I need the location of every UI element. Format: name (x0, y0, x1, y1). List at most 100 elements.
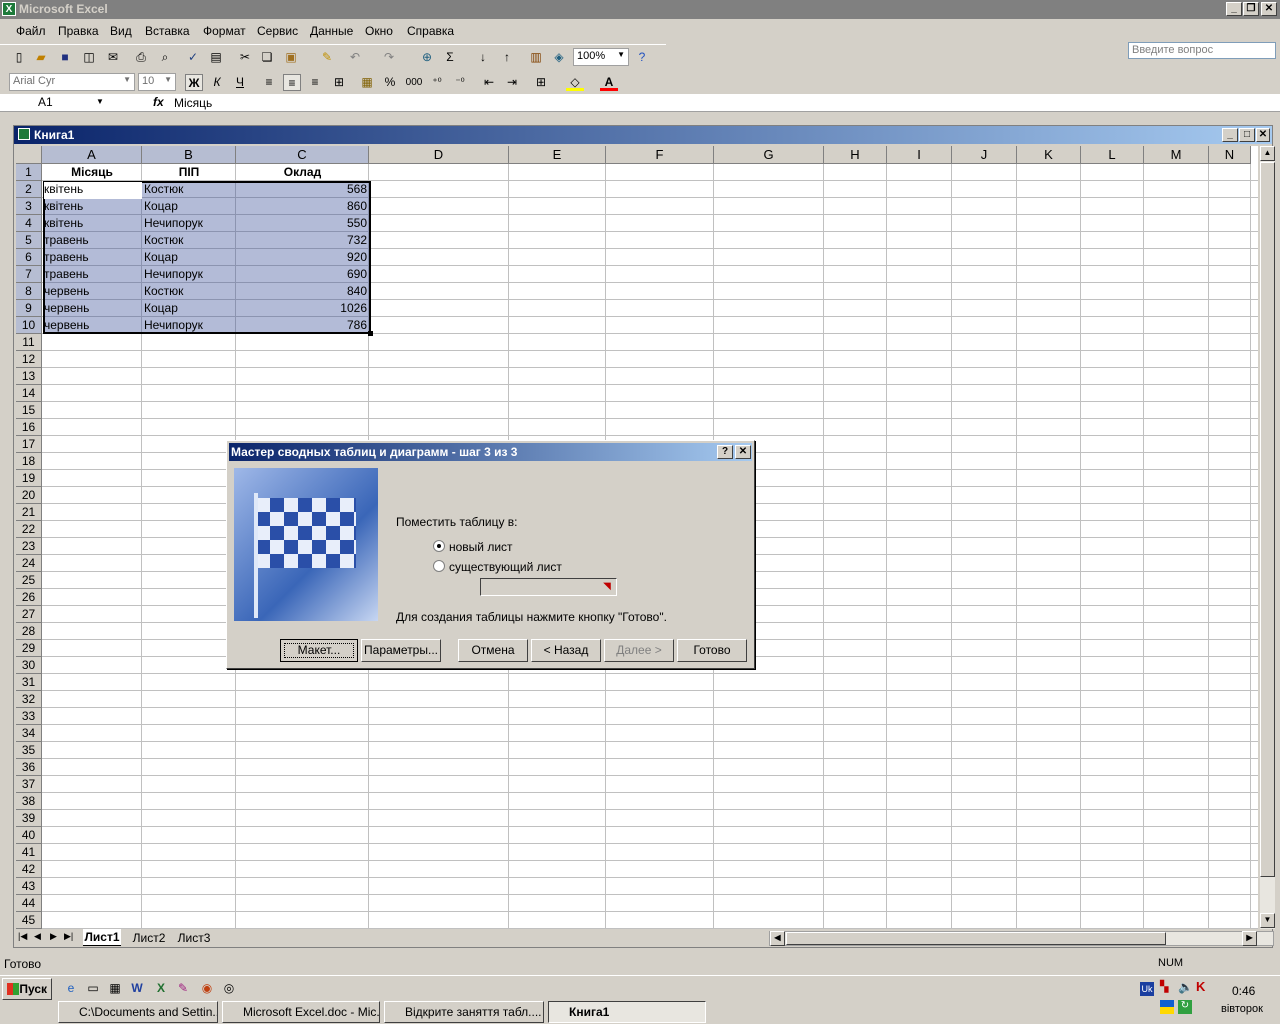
sort-asc-icon[interactable]: ↓ (474, 49, 492, 66)
menu-help[interactable]: Справка (407, 24, 454, 38)
row-header[interactable]: 2 (16, 181, 42, 198)
row-header[interactable]: 4 (16, 215, 42, 232)
task-open-lesson[interactable]: Відкрите заняття табл.... (384, 1001, 544, 1023)
column-header-h[interactable]: H (824, 146, 887, 164)
row-header[interactable]: 23 (16, 538, 42, 555)
align-right-icon[interactable]: ≡ (306, 74, 324, 91)
column-header-l[interactable]: L (1081, 146, 1144, 164)
menu-data[interactable]: Данные (310, 24, 353, 38)
redo-icon[interactable]: ↷ (380, 49, 398, 66)
copy-icon[interactable]: ❏ (258, 49, 276, 66)
radio-new-sheet[interactable] (433, 540, 445, 552)
quicklaunch-access-icon[interactable]: ✎ (174, 980, 192, 997)
column-header-c[interactable]: C (236, 146, 369, 164)
menu-format[interactable]: Формат (203, 24, 246, 38)
increase-indent-icon[interactable]: ⇥ (503, 74, 521, 91)
borders-icon[interactable]: ⊞ (532, 74, 550, 91)
menu-view[interactable]: Вид (110, 24, 132, 38)
row-header[interactable]: 12 (16, 351, 42, 368)
collapse-dialog-icon[interactable]: ◥ (600, 580, 614, 594)
quicklaunch-media-icon[interactable]: ◎ (220, 980, 238, 997)
select-all-corner[interactable] (16, 146, 42, 164)
horizontal-scroll-thumb[interactable] (786, 932, 1166, 945)
table-header-cell[interactable]: ПІП (142, 164, 236, 181)
tab-sheet2[interactable]: Лист2 (130, 930, 168, 947)
column-header-e[interactable]: E (509, 146, 606, 164)
row-header[interactable]: 24 (16, 555, 42, 572)
row-header[interactable]: 14 (16, 385, 42, 402)
finish-button[interactable]: Готово (677, 639, 747, 662)
column-header-f[interactable]: F (606, 146, 714, 164)
scroll-right-icon[interactable]: ▶ (1242, 931, 1257, 946)
quicklaunch-calc-icon[interactable]: ▦ (106, 980, 124, 997)
column-header-a[interactable]: A (42, 146, 142, 164)
row-header[interactable]: 21 (16, 504, 42, 521)
table-cell[interactable]: Костюк (142, 181, 236, 198)
table-cell[interactable]: 568 (236, 181, 369, 198)
row-header[interactable]: 41 (16, 844, 42, 861)
spelling-icon[interactable]: ✓ (184, 49, 202, 66)
chart-wizard-icon[interactable]: ▥ (527, 49, 545, 66)
undo-icon[interactable]: ↶ (346, 49, 364, 66)
quicklaunch-excel-icon[interactable]: X (152, 980, 170, 997)
row-header[interactable]: 9 (16, 300, 42, 317)
scroll-up-icon[interactable]: ▲ (1260, 146, 1275, 161)
task-book1[interactable]: Книга1 (548, 1001, 706, 1023)
row-header[interactable]: 11 (16, 334, 42, 351)
zoom-combo[interactable]: 100% ▼ (573, 48, 629, 66)
minimize-icon[interactable]: _ (1226, 2, 1242, 16)
align-center-icon[interactable]: ≡ (283, 74, 301, 91)
row-header[interactable]: 5 (16, 232, 42, 249)
thousands-button[interactable]: 000 (404, 74, 424, 91)
hyperlink-icon[interactable]: ⊕ (418, 49, 436, 66)
insert-function-button[interactable]: fx (153, 95, 164, 109)
back-button[interactable]: < Назад (531, 639, 601, 662)
row-header[interactable]: 27 (16, 606, 42, 623)
tray-antivirus-icon[interactable]: K (1196, 979, 1205, 994)
close-icon[interactable]: ✕ (1261, 2, 1277, 16)
wb-maximize-icon[interactable]: □ (1239, 128, 1255, 142)
fill-handle[interactable] (368, 331, 373, 336)
font-combo[interactable]: Arial Cyr ▼ (9, 73, 135, 91)
save-icon[interactable]: ■ (56, 49, 74, 66)
permission-icon[interactable]: ◫ (80, 49, 98, 66)
dialog-close-icon[interactable]: ✕ (735, 445, 751, 459)
radio-existing-sheet[interactable] (433, 560, 445, 572)
table-header-cell[interactable]: Місяць (42, 164, 142, 181)
menu-file[interactable]: Файл (16, 24, 46, 38)
drawing-icon[interactable]: ◈ (550, 49, 568, 66)
name-box-dropdown-icon[interactable]: ▼ (96, 97, 104, 106)
row-header[interactable]: 22 (16, 521, 42, 538)
language-indicator[interactable]: Uk (1140, 982, 1154, 996)
column-header-g[interactable]: G (714, 146, 824, 164)
percent-button[interactable]: % (381, 74, 399, 91)
table-cell[interactable]: червень (42, 300, 142, 317)
quicklaunch-powerpoint-icon[interactable]: ◉ (198, 980, 216, 997)
merge-center-icon[interactable]: ⊞ (330, 74, 348, 91)
menu-window[interactable]: Окно (365, 24, 393, 38)
tab-sheet3[interactable]: Лист3 (175, 930, 213, 947)
radio-new-sheet-label[interactable]: новый лист (449, 540, 513, 554)
row-header[interactable]: 7 (16, 266, 42, 283)
row-header[interactable]: 33 (16, 708, 42, 725)
cut-icon[interactable]: ✂ (236, 49, 254, 66)
table-cell[interactable]: травень (42, 249, 142, 266)
table-cell[interactable]: Нечипорук (142, 317, 236, 334)
increase-decimal-icon[interactable]: ⁺⁰ (428, 74, 446, 91)
tray-volume-icon[interactable]: 🔈 (1178, 980, 1193, 994)
sort-desc-icon[interactable]: ↑ (498, 49, 516, 66)
font-color-icon[interactable]: A (600, 74, 618, 91)
table-cell[interactable]: Костюк (142, 232, 236, 249)
row-header[interactable]: 42 (16, 861, 42, 878)
column-header-n[interactable]: N (1209, 146, 1251, 164)
decrease-indent-icon[interactable]: ⇤ (480, 74, 498, 91)
table-cell[interactable]: червень (42, 283, 142, 300)
table-cell[interactable]: Коцар (142, 198, 236, 215)
scroll-left-icon[interactable]: ◀ (770, 931, 785, 946)
table-cell[interactable]: червень (42, 317, 142, 334)
table-cell[interactable]: 786 (236, 317, 369, 334)
quicklaunch-word-icon[interactable]: W (128, 980, 146, 997)
tab-first-icon[interactable]: |◀ (18, 931, 27, 942)
print-icon[interactable]: ⎙ (132, 49, 150, 66)
email-icon[interactable]: ✉ (104, 49, 122, 66)
